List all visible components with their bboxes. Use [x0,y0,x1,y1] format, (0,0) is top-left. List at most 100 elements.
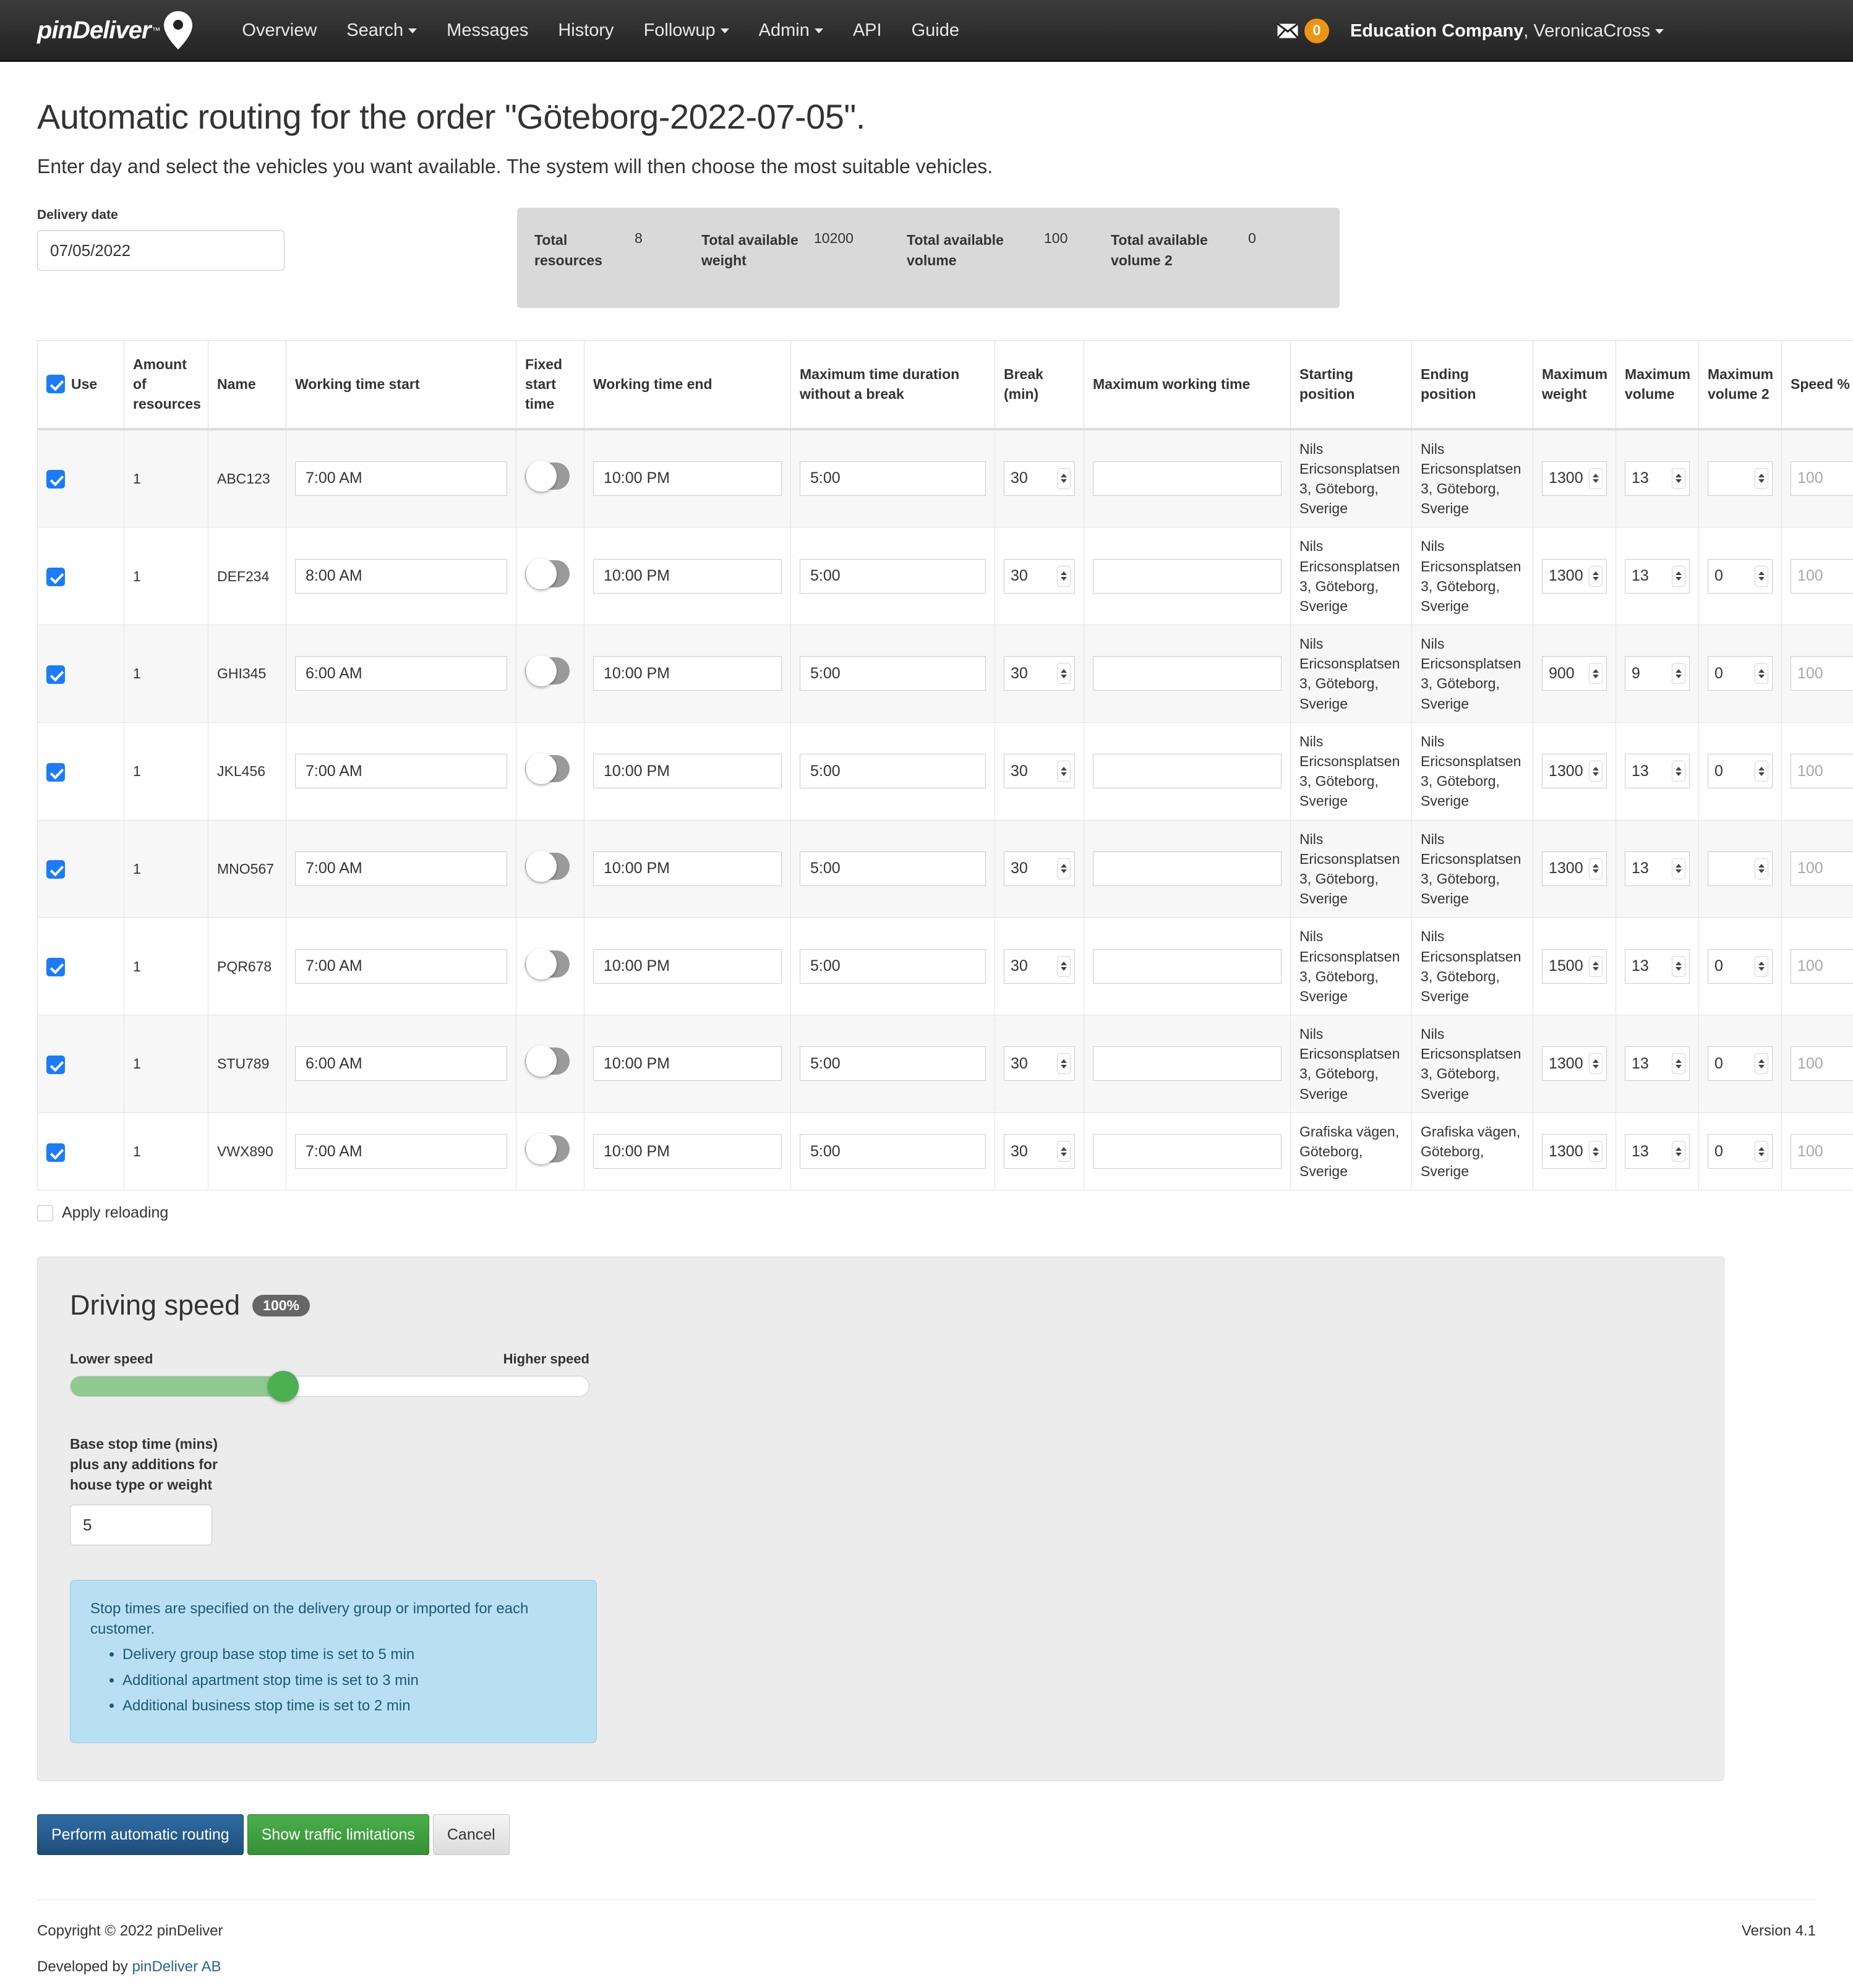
working-time-start-input[interactable] [295,656,507,691]
user-menu[interactable]: Education Company, VeronicaCross [1350,21,1664,41]
speed-percent-stepper[interactable]: 100 [1791,559,1853,594]
number-spinner[interactable] [1589,956,1603,977]
max-duration-input[interactable] [800,1134,986,1169]
slider-handle[interactable] [268,1371,299,1402]
nav-item-admin[interactable]: Admin [744,0,838,61]
nav-item-search[interactable]: Search [332,0,432,61]
number-spinner[interactable] [1589,1141,1603,1162]
speed-percent-stepper[interactable]: 100 [1791,1134,1853,1169]
cancel-button[interactable]: Cancel [433,1814,510,1855]
max-working-time-input[interactable] [1093,851,1282,886]
number-spinner[interactable] [1755,663,1768,684]
number-spinner[interactable] [1057,956,1071,977]
max-weight-stepper[interactable]: 1500 [1542,949,1607,984]
apply-reloading-label[interactable]: Apply reloading [62,1204,168,1222]
number-spinner[interactable] [1672,468,1685,489]
speed-percent-stepper[interactable]: 100 [1791,656,1853,691]
max-volume-stepper[interactable]: 13 [1625,754,1690,788]
max-volume-2-stepper[interactable]: 0 [1708,656,1773,691]
break-stepper[interactable]: 30 [1004,461,1075,496]
max-volume-2-stepper[interactable]: 0 [1708,1134,1773,1169]
max-weight-stepper[interactable]: 900 [1542,656,1607,691]
max-weight-stepper[interactable]: 1300 [1542,1046,1607,1081]
working-time-start-input[interactable] [295,559,507,594]
working-time-start-input[interactable] [295,851,507,886]
max-volume-stepper[interactable]: 13 [1625,1046,1690,1081]
number-spinner[interactable] [1755,858,1768,879]
nav-item-guide[interactable]: Guide [897,0,974,61]
max-weight-stepper[interactable]: 1300 [1542,559,1607,594]
number-spinner[interactable] [1057,858,1071,879]
working-time-end-input[interactable] [593,1134,782,1169]
select-all-checkbox[interactable] [46,375,65,393]
nav-item-messages[interactable]: Messages [432,0,543,61]
delivery-date-input[interactable] [37,230,285,271]
max-duration-input[interactable] [800,656,986,691]
max-volume-2-stepper[interactable]: 0 [1708,1046,1773,1081]
row-use-checkbox[interactable] [46,1143,65,1162]
working-time-start-input[interactable] [295,461,507,496]
show-traffic-limitations-button[interactable]: Show traffic limitations [247,1814,429,1855]
number-spinner[interactable] [1589,1053,1603,1074]
number-spinner[interactable] [1057,1141,1071,1162]
max-weight-stepper[interactable]: 1300 [1542,461,1607,496]
number-spinner[interactable] [1672,761,1685,782]
speed-percent-stepper[interactable]: 100 [1791,754,1853,788]
break-stepper[interactable]: 30 [1004,754,1075,788]
row-use-checkbox[interactable] [46,860,65,879]
number-spinner[interactable] [1589,761,1603,782]
nav-item-history[interactable]: History [543,0,628,61]
number-spinner[interactable] [1672,858,1685,879]
working-time-end-input[interactable] [593,949,782,984]
driving-speed-slider[interactable] [70,1376,589,1397]
max-duration-input[interactable] [800,1046,986,1081]
max-working-time-input[interactable] [1093,559,1282,594]
working-time-start-input[interactable] [295,1134,507,1169]
number-spinner[interactable] [1755,1141,1768,1162]
number-spinner[interactable] [1755,956,1768,977]
number-spinner[interactable] [1589,858,1603,879]
working-time-end-input[interactable] [593,461,782,496]
max-volume-2-stepper[interactable] [1708,461,1773,496]
working-time-end-input[interactable] [593,851,782,886]
max-volume-stepper[interactable]: 13 [1625,851,1690,886]
max-weight-stepper[interactable]: 1300 [1542,1134,1607,1169]
fixed-start-time-toggle[interactable] [525,657,570,685]
row-use-checkbox[interactable] [46,470,65,488]
number-spinner[interactable] [1057,566,1071,587]
pindeliver-ab-link[interactable]: pinDeliver AB [132,1958,221,1975]
row-use-checkbox[interactable] [46,958,65,976]
messages-indicator[interactable]: 0 [1277,19,1329,43]
number-spinner[interactable] [1672,566,1685,587]
number-spinner[interactable] [1057,468,1071,489]
number-spinner[interactable] [1057,761,1071,782]
row-use-checkbox[interactable] [46,763,65,782]
max-working-time-input[interactable] [1093,1046,1282,1081]
max-volume-2-stepper[interactable]: 0 [1708,949,1773,984]
brand-logo[interactable]: pinDeliver ™ [37,11,192,49]
max-duration-input[interactable] [800,851,986,886]
max-volume-stepper[interactable]: 13 [1625,461,1690,496]
working-time-start-input[interactable] [295,949,507,984]
working-time-start-input[interactable] [295,754,507,788]
apply-reloading-checkbox[interactable] [37,1205,53,1221]
working-time-end-input[interactable] [593,559,782,594]
speed-percent-stepper[interactable]: 100 [1791,1046,1853,1081]
max-volume-2-stepper[interactable]: 0 [1708,559,1773,594]
fixed-start-time-toggle[interactable] [525,463,570,490]
max-working-time-input[interactable] [1093,754,1282,788]
max-weight-stepper[interactable]: 1300 [1542,754,1607,788]
max-duration-input[interactable] [800,461,986,496]
fixed-start-time-toggle[interactable] [525,560,570,587]
number-spinner[interactable] [1589,468,1603,489]
max-volume-stepper[interactable]: 9 [1625,656,1690,691]
max-working-time-input[interactable] [1093,656,1282,691]
max-weight-stepper[interactable]: 1300 [1542,851,1607,886]
max-working-time-input[interactable] [1093,1134,1282,1169]
break-stepper[interactable]: 30 [1004,851,1075,886]
max-duration-input[interactable] [800,559,986,594]
nav-item-api[interactable]: API [838,0,897,61]
fixed-start-time-toggle[interactable] [525,755,570,782]
working-time-end-input[interactable] [593,656,782,691]
number-spinner[interactable] [1672,663,1685,684]
